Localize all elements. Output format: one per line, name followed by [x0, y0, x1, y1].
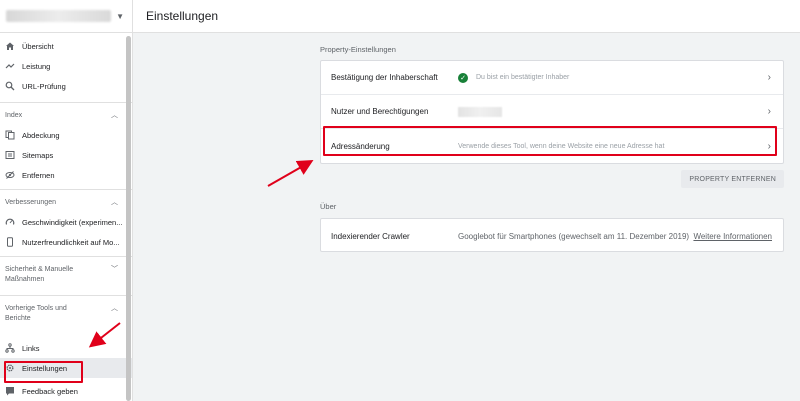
- sidebar-item-label: Geschwindigkeit (experimen...: [22, 217, 123, 227]
- sidebar-item-overview[interactable]: Übersicht: [0, 36, 132, 56]
- more-info-link[interactable]: Weitere Informationen: [693, 232, 772, 241]
- section-header-security[interactable]: Sicherheit & Manuelle Maßnahmen ﹀: [0, 263, 132, 291]
- section-header-legacy-tools[interactable]: Vorherige Tools und Berichte ︿: [0, 302, 132, 332]
- section-title: Vorherige Tools und Berichte: [5, 305, 67, 322]
- sidebar-item-links[interactable]: Links: [0, 338, 132, 358]
- about-label: Über: [320, 202, 337, 211]
- chevron-up-icon: ︿: [111, 112, 118, 119]
- row-title: Nutzer und Berechtigungen: [331, 107, 429, 116]
- search-icon: [5, 81, 15, 91]
- remove-property-button[interactable]: PROPERTY ENTFERNEN: [681, 170, 784, 188]
- chevron-up-icon: ︿: [111, 199, 118, 206]
- sidebar-item-label: Links: [22, 343, 40, 353]
- sidebar-scrollbar[interactable]: [126, 36, 131, 401]
- sidebar-item-label: Übersicht: [22, 41, 54, 51]
- crawler-title: Indexierender Crawler: [331, 231, 410, 241]
- crawler-value: Googlebot für Smartphones (gewechselt am…: [458, 231, 690, 241]
- sidebar-nav: Übersicht Leistung URL-Prüfung Index ︿ A…: [0, 33, 132, 401]
- sidebar-item-label: URL-Prüfung: [22, 81, 66, 91]
- ownership-status-text: Du bist ein bestätigter Inhaber: [476, 74, 570, 81]
- speedometer-icon: [5, 217, 15, 227]
- highlight-box-settings: [4, 361, 83, 383]
- property-name-blurred: [6, 10, 111, 22]
- sidebar-item-label: Sitemaps: [22, 150, 54, 160]
- sidebar-item-coverage[interactable]: Abdeckung: [0, 125, 132, 145]
- main-content: Property-Einstellungen Bestätigung der I…: [133, 33, 800, 401]
- sidebar-item-feedback[interactable]: Feedback geben: [0, 381, 132, 401]
- section-title: Sicherheit & Manuelle Maßnahmen: [5, 266, 74, 283]
- property-settings-label: Property-Einstellungen: [320, 45, 396, 54]
- copy-icon: [5, 130, 15, 140]
- users-count-blurred: [458, 106, 502, 117]
- sidebar-item-url-inspection[interactable]: URL-Prüfung: [0, 76, 132, 96]
- chevron-down-icon: ﹀: [111, 266, 118, 273]
- property-selector[interactable]: ▼: [0, 0, 132, 33]
- sidebar-item-label: Entfernen: [22, 170, 55, 180]
- section-title: Index: [5, 112, 23, 119]
- trending-icon: [5, 61, 15, 71]
- sidebar-item-label: Nutzerfreundlichkeit auf Mo...: [22, 237, 120, 247]
- sidebar: ▼ Übersicht Leistung URL-Prüfung Index ︿…: [0, 0, 133, 401]
- section-legacy-tools: Vorherige Tools und Berichte ︿ Links Ein…: [0, 295, 132, 401]
- sidebar-item-speed[interactable]: Geschwindigkeit (experimen...: [0, 212, 132, 232]
- settings-row-users-permissions[interactable]: Nutzer und Berechtigungen ›: [321, 95, 783, 129]
- caret-down-icon: ▼: [116, 11, 124, 21]
- section-header-index[interactable]: Index ︿: [0, 109, 132, 125]
- sidebar-item-label: Leistung: [22, 61, 51, 71]
- about-row-crawler: Indexierender Crawler Googlebot für Smar…: [321, 219, 783, 253]
- page-title: Einstellungen: [146, 9, 219, 23]
- home-icon: [5, 41, 15, 51]
- feedback-icon: [5, 386, 15, 396]
- eye-off-icon: [5, 170, 15, 180]
- phone-icon: [5, 237, 15, 247]
- check-circle-icon: ✓: [458, 72, 468, 83]
- chevron-up-icon: ︿: [111, 305, 118, 312]
- row-desc-users: [458, 106, 502, 117]
- sidebar-item-removals[interactable]: Entfernen: [0, 165, 132, 185]
- section-index: Index ︿ Abdeckung Sitemaps Entfernen: [0, 102, 132, 189]
- sidebar-item-label: Feedback geben: [22, 386, 78, 396]
- sitemap-icon: [5, 150, 15, 160]
- chevron-right-icon: ›: [767, 106, 771, 117]
- highlight-box-address-change: [323, 126, 777, 156]
- row-desc-ownership: ✓ Du bist ein bestätigter Inhaber: [458, 72, 570, 83]
- section-header-enhancements[interactable]: Verbesserungen ︿: [0, 196, 132, 212]
- top-header: Einstellungen: [133, 0, 800, 33]
- sidebar-item-label: Abdeckung: [22, 130, 60, 140]
- settings-row-ownership[interactable]: Bestätigung der Inhaberschaft ✓ Du bist …: [321, 61, 783, 95]
- section-title: Verbesserungen: [5, 199, 56, 206]
- sidebar-item-sitemaps[interactable]: Sitemaps: [0, 145, 132, 165]
- section-enhancements: Verbesserungen ︿ Geschwindigkeit (experi…: [0, 189, 132, 256]
- sidebar-item-mobile-usability[interactable]: Nutzerfreundlichkeit auf Mo...: [0, 232, 132, 252]
- section-security: Sicherheit & Manuelle Maßnahmen ﹀: [0, 256, 132, 295]
- row-title: Bestätigung der Inhaberschaft: [331, 73, 438, 82]
- sidebar-item-performance[interactable]: Leistung: [0, 56, 132, 76]
- links-icon: [5, 343, 15, 353]
- about-card: Indexierender Crawler Googlebot für Smar…: [320, 218, 784, 252]
- chevron-right-icon: ›: [767, 72, 771, 83]
